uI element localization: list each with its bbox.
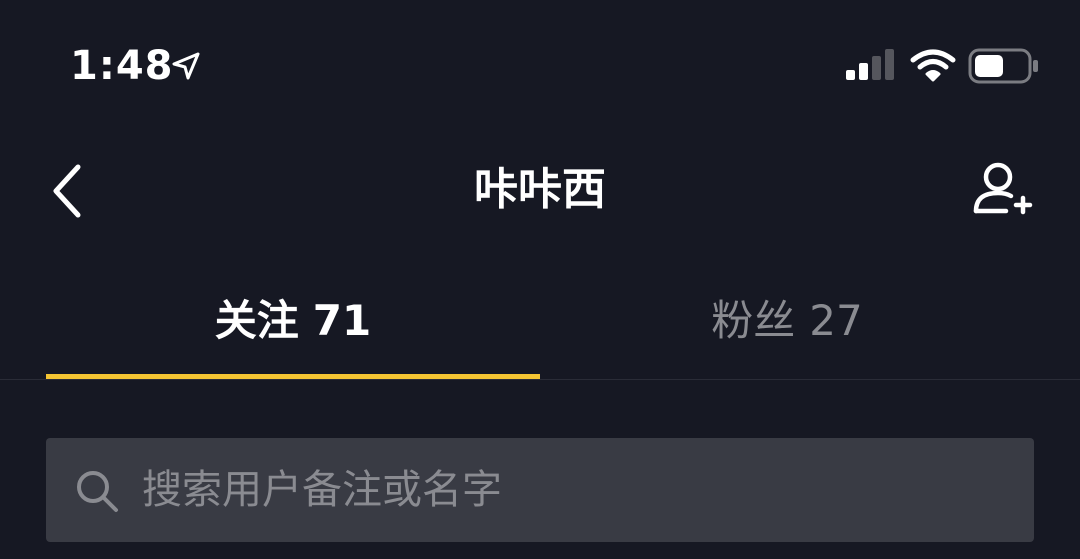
search-box[interactable] (46, 438, 1034, 542)
status-time: 1:48 (70, 43, 174, 89)
chevron-left-icon (53, 164, 81, 218)
screen: 1:48 咔咔西 关注 71 粉丝 27 搜索用户备注或名字 (0, 0, 1080, 559)
wifi-icon (910, 49, 956, 82)
page-title: 咔咔西 (474, 164, 606, 215)
tab-bar: 关注 71 粉丝 27 (0, 262, 1080, 380)
tab-followers-label: 粉丝 (711, 296, 796, 345)
add-friend-button[interactable] (962, 155, 1042, 225)
tab-following[interactable]: 关注 71 (46, 262, 540, 380)
tab-followers-count: 27 (809, 296, 863, 345)
back-button[interactable] (40, 155, 100, 225)
location-arrow-icon (172, 52, 200, 80)
search-input[interactable] (142, 438, 1012, 542)
battery-icon (968, 48, 1038, 84)
status-bar: 1:48 (0, 0, 1080, 130)
cellular-signal-icon (846, 49, 894, 80)
tab-following-count: 71 (312, 296, 372, 345)
tab-divider (0, 379, 1080, 380)
search-icon (77, 471, 118, 512)
add-person-icon (973, 162, 1033, 215)
tab-following-label: 关注 (214, 296, 299, 345)
tab-followers[interactable]: 粉丝 27 (540, 262, 1034, 380)
